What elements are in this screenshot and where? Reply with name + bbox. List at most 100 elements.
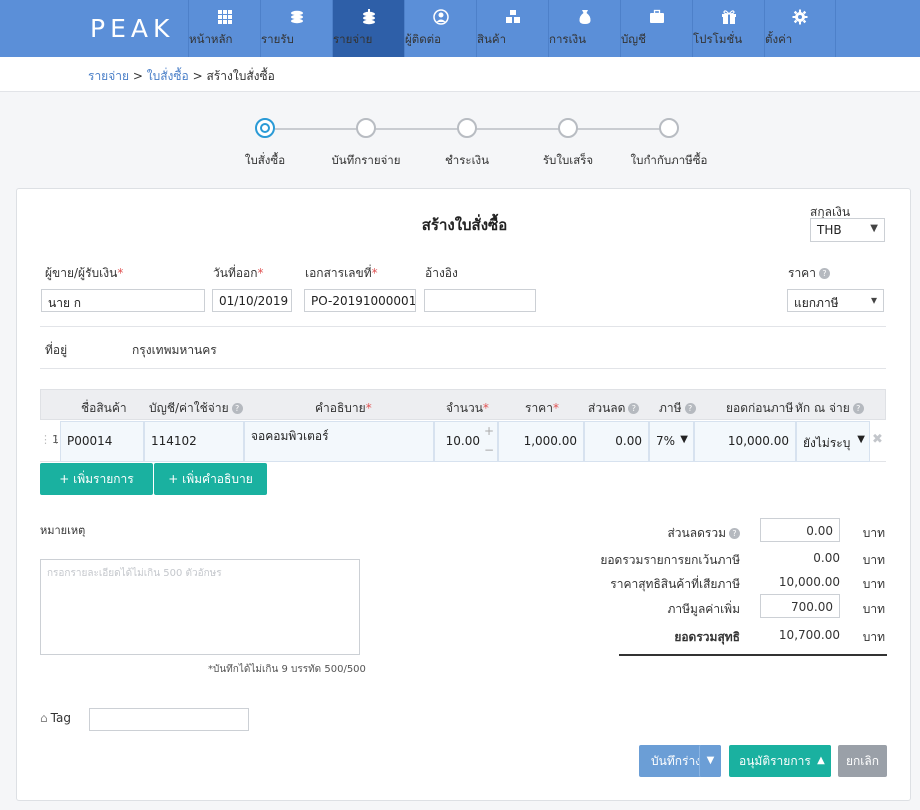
price-label: ราคา? (788, 264, 830, 283)
brand-logo[interactable]: PEAK (90, 14, 174, 43)
step-5-circle (659, 118, 679, 138)
currency-select[interactable]: THB ▼ (810, 218, 885, 242)
help-icon[interactable]: ? (729, 528, 740, 539)
reference-label: อ้างอิง (425, 266, 458, 280)
col-pretax: ยอดก่อนภาษี (726, 401, 794, 415)
breadcrumb-expense[interactable]: รายจ่าย (88, 69, 129, 83)
unit-baht: บาท (862, 630, 885, 644)
nav-finance[interactable]: การเงิน (548, 0, 620, 57)
notes-hint: *บันทึกได้ไม่เกิน 9 บรรทัด 500/500 (208, 664, 366, 675)
breadcrumb: รายจ่าย > ใบสั่งซื้อ > สร้างใบสั่งซื้อ (88, 67, 275, 86)
nav-accounts[interactable]: บัญชี (620, 0, 692, 57)
price-input[interactable]: 1,000.00 (498, 421, 584, 462)
vendor-label: ผู้ขาย/ผู้รับเงิน* (45, 264, 123, 283)
doc-no-input[interactable]: PO-20191000001 (304, 289, 416, 312)
nav-income[interactable]: รายรับ (260, 0, 332, 57)
vat-input[interactable]: 700.00 (760, 594, 840, 618)
chevron-up-icon: ▲ (817, 755, 825, 766)
currency-value: THB (817, 223, 842, 237)
discount-total-input[interactable]: 0.00 (760, 518, 840, 542)
col-discount-text: ส่วนลด (588, 401, 626, 415)
tag-input[interactable] (89, 708, 249, 731)
save-draft-dropdown[interactable]: ▼ (699, 745, 721, 777)
breadcrumb-po[interactable]: ใบสั่งซื้อ (147, 69, 189, 83)
approve-dropdown[interactable]: ▲ (811, 745, 831, 777)
help-icon[interactable]: ? (852, 403, 864, 414)
col-wht-text: หัก ณ จ่าย (795, 401, 850, 415)
tax-select[interactable]: 7% ▼ (649, 421, 694, 462)
description-input[interactable]: จอคอมพิวเตอร์ (244, 421, 434, 462)
add-description-button[interactable]: + เพิ่มคำอธิบาย (154, 463, 267, 495)
unit-baht: บาท (862, 553, 885, 567)
person-icon (432, 9, 449, 25)
price-type-select[interactable]: แยกภาษี ▾ (787, 289, 884, 312)
plus-icon[interactable]: + (484, 424, 494, 438)
wht-select[interactable]: ยังไม่ระบุ ▼ (796, 421, 870, 462)
discount-input[interactable]: 0.00 (584, 421, 649, 462)
issue-date-input[interactable]: 01/10/2019 (212, 289, 292, 312)
chevron-down-icon: ▼ (870, 223, 878, 234)
account-input[interactable]: 114102 (144, 421, 244, 462)
step-4-circle (558, 118, 578, 138)
page-title: สร้างใบสั่งซื้อ (421, 216, 508, 234)
required-mark: * (117, 266, 124, 280)
nav-label: สินค้า (477, 32, 507, 46)
cancel-button[interactable]: ยกเลิก (838, 745, 887, 777)
unit-baht: บาท (862, 577, 885, 591)
col-price-text: ราคา (525, 401, 553, 415)
notes-textarea[interactable]: กรอกรายละเอียดได้ไม่เกิน 500 ตัวอักษร (40, 559, 360, 655)
chevron-down-icon: ▼ (680, 434, 688, 445)
step-3-circle (457, 118, 477, 138)
help-icon[interactable]: ? (231, 403, 243, 414)
chevron-down-icon: ▾ (870, 293, 877, 307)
unit-baht: บาท (862, 526, 885, 540)
issue-date-label-text: วันที่ออก (213, 266, 258, 280)
col-description: คำอธิบาย* (315, 399, 372, 418)
nav-label: บัญชี (621, 32, 646, 46)
required-mark: * (371, 266, 378, 280)
help-icon[interactable]: ? (684, 403, 696, 414)
nav-label: โปรโมชั่น (693, 32, 743, 46)
tag-label: ⌂ Tag (40, 711, 71, 725)
step-label-receipt: รับใบเสร็จ (542, 153, 594, 167)
col-description-text: คำอธิบาย (315, 401, 366, 415)
vat-label: ภาษีมูลค่าเพิ่ม (667, 602, 740, 616)
grand-total-label: ยอดรวมสุทธิ (674, 630, 740, 644)
col-price: ราคา* (525, 399, 559, 418)
col-discount: ส่วนลด? (588, 399, 640, 418)
remove-row-icon[interactable]: ✖ (872, 432, 883, 447)
add-row-button[interactable]: + เพิ่มรายการ (40, 463, 153, 495)
vendor-input[interactable]: นาย ก (41, 289, 205, 312)
briefcase-icon (649, 9, 664, 23)
exempt-total-label: ยอดรวมรายการยกเว้นภาษี (600, 553, 740, 567)
col-tax-text: ภาษี (659, 401, 682, 415)
help-icon[interactable]: ? (628, 403, 640, 414)
chevron-down-icon: ▼ (706, 755, 715, 766)
money-bag-icon (578, 10, 591, 24)
pretax-amount[interactable]: 10,000.00 (694, 421, 796, 462)
address-label: ที่อยู่ (45, 343, 68, 357)
step-label-po: ใบสั่งซื้อ (244, 153, 286, 167)
nav-home[interactable]: หน้าหลัก (188, 0, 260, 57)
breadcrumb-bar: รายจ่าย > ใบสั่งซื้อ > สร้างใบสั่งซื้อ (0, 57, 920, 92)
nav-promotion[interactable]: โปรโมชั่น (692, 0, 764, 57)
col-wht: หัก ณ จ่าย? (795, 399, 864, 418)
divider (40, 326, 886, 327)
nav-settings[interactable]: ตั้งค่า (764, 0, 836, 57)
nav-expense[interactable]: รายจ่าย (332, 0, 404, 57)
col-product: ชื่อสินค้า (81, 401, 127, 415)
product-input[interactable]: P00014 (60, 421, 144, 462)
doc-no-label-text: เอกสารเลขที่ (305, 266, 372, 280)
divider (40, 368, 886, 369)
step-1-circle (255, 118, 275, 138)
reference-input[interactable] (424, 289, 536, 312)
required-mark: * (482, 401, 489, 415)
tag-label-text: Tag (50, 711, 71, 725)
nav-contacts[interactable]: ผู้ติดต่อ (404, 0, 476, 57)
breadcrumb-sep: > (132, 69, 143, 83)
exempt-total-value: 0.00 (813, 551, 840, 565)
nav-products[interactable]: สินค้า (476, 0, 548, 57)
minus-icon[interactable]: − (484, 443, 494, 457)
help-icon[interactable]: ? (818, 268, 830, 279)
coins-out-icon (362, 9, 375, 25)
